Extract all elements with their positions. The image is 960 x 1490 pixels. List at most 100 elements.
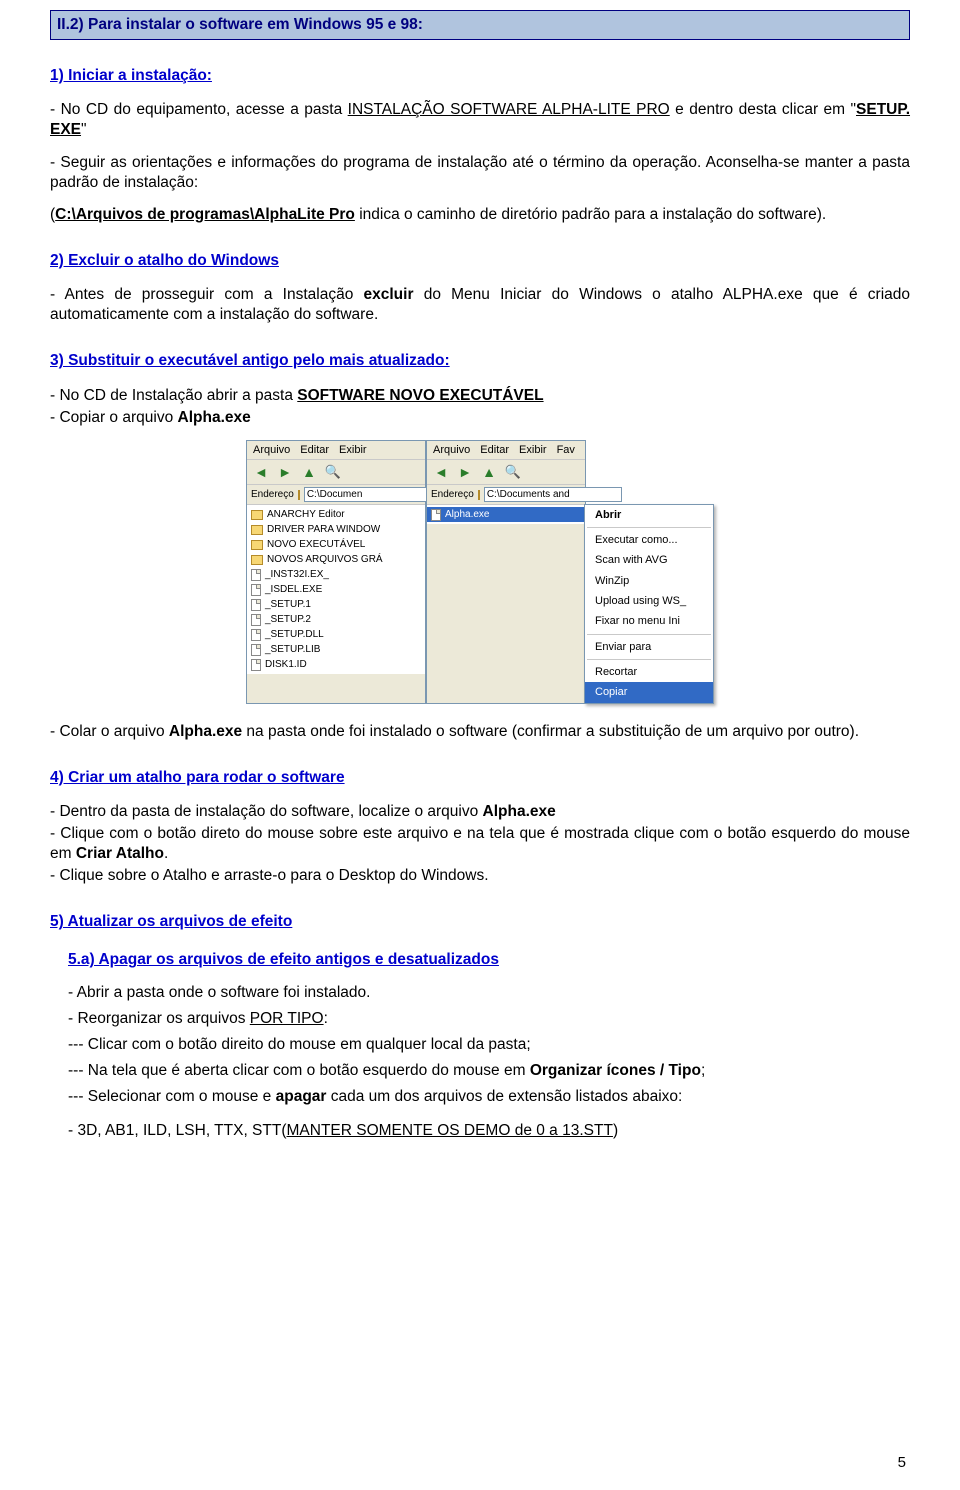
context-menu-item[interactable]: Fixar no menu Ini	[585, 611, 713, 631]
folder-icon	[251, 555, 263, 565]
file-list-left: ANARCHY Editor DRIVER PARA WINDOW NOVO EXE…	[247, 505, 425, 674]
text: - Colar o arquivo	[50, 723, 169, 740]
text: indica o caminho de diretório padrão par…	[355, 206, 826, 223]
address-input[interactable]	[484, 487, 622, 502]
list-item[interactable]: DISK1.ID	[247, 657, 425, 672]
text-bold-underline: SOFTWARE NOVO EXECUTÁVEL	[297, 387, 543, 404]
text: --- Selecionar com o mouse e	[68, 1088, 276, 1105]
step5a-line5: --- Selecionar com o mouse e apagar cada…	[68, 1087, 910, 1107]
step5a-line6: - 3D, AB1, ILD, LSH, TTX, STT(MANTER SOM…	[68, 1121, 910, 1141]
text: - Dentro da pasta de instalação do softw…	[50, 803, 483, 820]
menu-editar[interactable]: Editar	[300, 443, 329, 457]
menu-arquivo[interactable]: Arquivo	[433, 443, 470, 457]
file-icon	[251, 614, 261, 626]
list-item[interactable]: _SETUP.LIB	[247, 642, 425, 657]
context-menu-item[interactable]: Scan with AVG	[585, 550, 713, 570]
file-label: ANARCHY Editor	[267, 508, 345, 521]
step1-line1: - No CD do equipamento, acesse a pasta I…	[50, 100, 910, 140]
text: )	[613, 1122, 618, 1139]
search-icon[interactable]: 🔍	[325, 464, 341, 480]
text: ;	[701, 1062, 705, 1079]
file-icon	[251, 584, 261, 596]
text: .	[164, 845, 168, 862]
back-icon[interactable]: ◄	[253, 464, 269, 480]
folder-icon	[251, 510, 263, 520]
file-label: _SETUP.DLL	[265, 628, 324, 641]
section-header: II.2) Para instalar o software em Window…	[50, 10, 910, 40]
up-icon[interactable]: ▲	[301, 464, 317, 480]
list-item[interactable]: NOVO EXECUTÁVEL	[247, 537, 425, 552]
text: - 3D, AB1, ILD, LSH, TTX, STT(	[68, 1122, 287, 1139]
separator	[587, 659, 711, 660]
step5a-line2: - Reorganizar os arquivos POR TIPO:	[68, 1009, 910, 1029]
step3-line2: - Copiar o arquivo Alpha.exe	[50, 408, 910, 428]
explorer-window-right: Arquivo Editar Exibir Fav ◄ ► ▲ 🔍 Endere…	[426, 440, 586, 704]
text-underline: INSTALAÇÃO SOFTWARE ALPHA-LITE PRO	[348, 101, 670, 118]
text-bold: Alpha.exe	[169, 723, 242, 740]
list-item[interactable]: _SETUP.DLL	[247, 627, 425, 642]
file-icon	[251, 644, 261, 656]
text: - Clique com o botão direto do mouse sob…	[50, 825, 910, 862]
step4-line2: - Clique com o botão direto do mouse sob…	[50, 824, 910, 864]
text-bold-underline: C:\Arquivos de programas\AlphaLite Pro	[55, 206, 355, 223]
menu-fav[interactable]: Fav	[557, 443, 575, 457]
text-underline: POR TIPO	[250, 1010, 324, 1027]
step2-title: 2) Excluir o atalho do Windows	[50, 251, 910, 271]
list-item[interactable]: ANARCHY Editor	[247, 507, 425, 522]
context-menu-item[interactable]: Executar como...	[585, 530, 713, 550]
forward-icon[interactable]: ►	[457, 464, 473, 480]
file-label: _SETUP.1	[265, 598, 311, 611]
step1-line2: - Seguir as orientações e informações do…	[50, 153, 910, 193]
context-menu-item[interactable]: WinZip	[585, 571, 713, 591]
menu-exibir[interactable]: Exibir	[339, 443, 367, 457]
search-icon[interactable]: 🔍	[505, 464, 521, 480]
file-icon	[431, 509, 441, 521]
list-item[interactable]: Alpha.exe	[427, 507, 585, 522]
list-item[interactable]: _INST32I.EX_	[247, 567, 425, 582]
context-menu-item[interactable]: Enviar para	[585, 637, 713, 657]
text-bold: apagar	[276, 1088, 327, 1105]
text: :	[324, 1010, 328, 1027]
list-item[interactable]: _ISDEL.EXE	[247, 582, 425, 597]
list-item[interactable]: _SETUP.2	[247, 612, 425, 627]
menu-exibir[interactable]: Exibir	[519, 443, 547, 457]
screenshot-row: Arquivo Editar Exibir ◄ ► ▲ 🔍 Endereço A…	[50, 440, 910, 704]
text: "	[81, 121, 87, 138]
text: --- Na tela que é aberta clicar com o bo…	[68, 1062, 530, 1079]
file-label: _SETUP.2	[265, 613, 311, 626]
step4-title: 4) Criar um atalho para rodar o software	[50, 768, 910, 788]
up-icon[interactable]: ▲	[481, 464, 497, 480]
list-item[interactable]: _SETUP.1	[247, 597, 425, 612]
step5a-title: 5.a) Apagar os arquivos de efeito antigo…	[68, 950, 910, 970]
text-bold: Criar Atalho	[76, 845, 164, 862]
file-label: _SETUP.LIB	[265, 643, 320, 656]
context-menu-item[interactable]: Upload using WS_	[585, 591, 713, 611]
context-menu-item[interactable]: Recortar	[585, 662, 713, 682]
menu-editar[interactable]: Editar	[480, 443, 509, 457]
text: na pasta onde foi instalado o software (…	[242, 723, 859, 740]
text: cada um dos arquivos de extensão listado…	[326, 1088, 682, 1105]
file-label: DRIVER PARA WINDOW	[267, 523, 380, 536]
forward-icon[interactable]: ►	[277, 464, 293, 480]
text: e dentro desta clicar em "	[670, 101, 856, 118]
menu-arquivo[interactable]: Arquivo	[253, 443, 290, 457]
list-item[interactable]: NOVOS ARQUIVOS GRÁ	[247, 552, 425, 567]
address-input[interactable]	[304, 487, 442, 502]
list-item[interactable]: DRIVER PARA WINDOW	[247, 522, 425, 537]
step5a-line1: - Abrir a pasta onde o software foi inst…	[68, 983, 910, 1003]
file-label: NOVOS ARQUIVOS GRÁ	[267, 553, 383, 566]
text: - No CD de Instalação abrir a pasta	[50, 387, 297, 404]
context-menu-item[interactable]: Copiar	[585, 682, 713, 702]
page-number: 5	[898, 1453, 906, 1473]
text: - Reorganizar os arquivos	[68, 1010, 250, 1027]
text-bold: Organizar ícones / Tipo	[530, 1062, 701, 1079]
separator	[587, 634, 711, 635]
step1-title: 1) Iniciar a instalação:	[50, 66, 910, 86]
file-label: _ISDEL.EXE	[265, 583, 322, 596]
folder-icon	[251, 525, 263, 535]
file-label: NOVO EXECUTÁVEL	[267, 538, 365, 551]
context-menu-item[interactable]: Abrir	[585, 505, 713, 525]
back-icon[interactable]: ◄	[433, 464, 449, 480]
address-label: Endereço	[431, 488, 474, 501]
text: - Antes de prosseguir com a Instalação	[50, 286, 364, 303]
